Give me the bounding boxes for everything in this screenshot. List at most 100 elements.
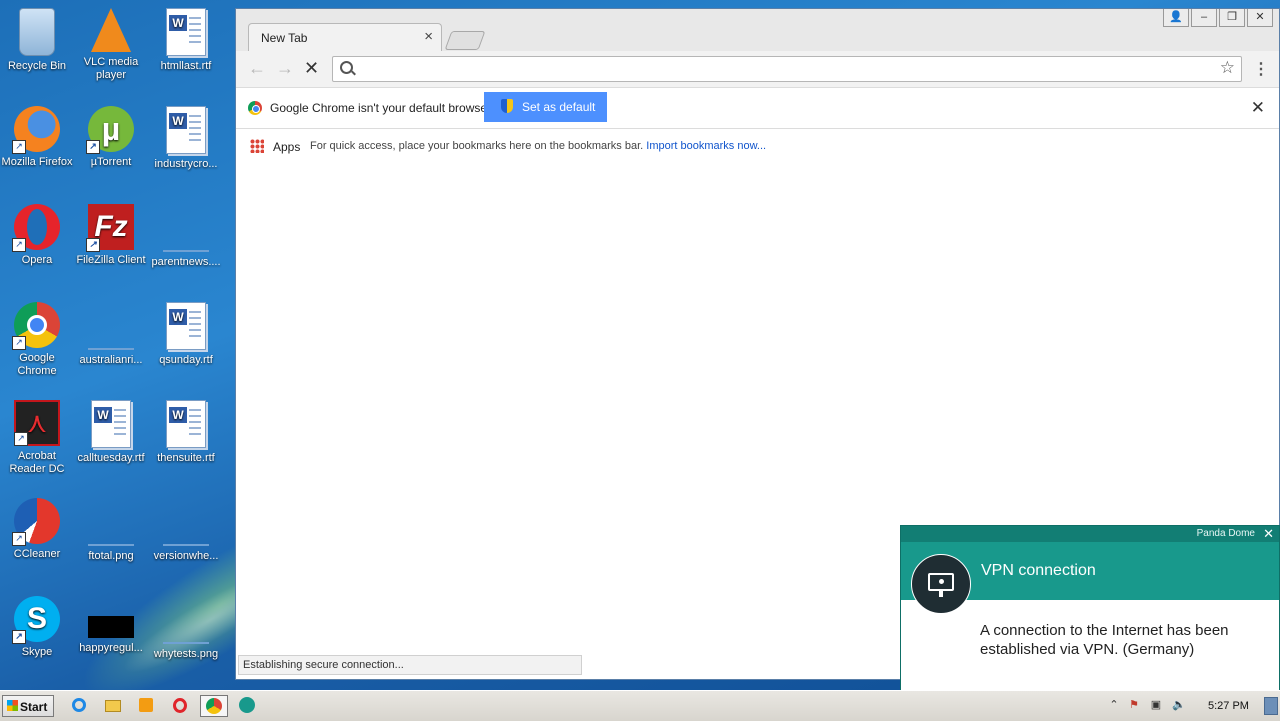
notification-title: VPN connection: [981, 562, 1096, 579]
start-button[interactable]: Start: [2, 695, 54, 717]
desktop-icon-industrycro[interactable]: W industrycro...: [149, 106, 223, 171]
filezilla-icon: Fz ↗: [86, 204, 134, 252]
profile-icon[interactable]: 👤: [1163, 9, 1189, 27]
bookmarks-hint: For quick access, place your bookmarks h…: [310, 140, 767, 152]
chrome-logo-icon: [248, 101, 262, 115]
chrome-menu-icon[interactable]: ⋮: [1253, 59, 1269, 79]
title-bar: New Tab × 👤 – ❐ ✕: [236, 9, 1279, 51]
desktop-icon-versionwhe[interactable]: versionwhe...: [149, 498, 223, 563]
desktop-icon-skype[interactable]: S ↗ Skype: [0, 596, 74, 659]
action-center-flag-icon[interactable]: ⚑: [1128, 699, 1140, 711]
notification-brand: Panda Dome: [1196, 528, 1255, 539]
infobar-message: Google Chrome isn't your default browser…: [270, 101, 494, 115]
desktop-icon-htmllast[interactable]: W htmllast.rtf: [149, 8, 223, 73]
desktop-icon-opera[interactable]: ↗ Opera: [0, 204, 74, 267]
infobar-close-icon[interactable]: ✕: [1251, 98, 1265, 118]
desktop-icon-happyregul[interactable]: happyregul...: [74, 596, 148, 655]
taskbar: Start ⌃ ⚑ ▣ 🔈 5:27 PM: [0, 690, 1280, 721]
restore-button[interactable]: ❐: [1219, 9, 1245, 27]
clock[interactable]: 5:27 PM: [1208, 700, 1249, 712]
utorrent-icon: µ ↗: [86, 106, 134, 154]
desktop-icon-ftotal[interactable]: ftotal.png: [74, 498, 148, 563]
opera-icon: [173, 698, 187, 713]
internet-explorer-icon: [72, 698, 86, 712]
taskbar-internet-explorer[interactable]: [66, 695, 94, 717]
desktop-icon-firefox[interactable]: ↗ Mozilla Firefox: [0, 106, 74, 169]
taskbar-opera[interactable]: [167, 695, 195, 717]
taskbar-media-player[interactable]: [133, 695, 161, 717]
desktop-icon-recycle-bin[interactable]: Recycle Bin: [0, 8, 74, 73]
import-bookmarks-link[interactable]: Import bookmarks now...: [646, 140, 766, 152]
taskbar-chrome[interactable]: [200, 695, 228, 717]
windows-logo-icon: [7, 700, 18, 711]
volume-icon[interactable]: 🔈: [1172, 699, 1186, 711]
taskbar-panda-dome[interactable]: [234, 695, 262, 717]
desktop-icon-acrobat[interactable]: ⋏ ↗ Acrobat Reader DC: [0, 400, 74, 476]
panda-vpn-notification: Panda Dome ✕ VPN connection A connection…: [900, 525, 1280, 691]
desktop-icon-calltuesday[interactable]: W calltuesday.rtf: [74, 400, 148, 465]
taskbar-file-explorer[interactable]: [100, 695, 128, 717]
default-browser-infobar: Google Chrome isn't your default browser…: [236, 88, 1279, 129]
notification-close-icon[interactable]: ✕: [1263, 526, 1274, 542]
new-tab-button[interactable]: [444, 31, 486, 50]
desktop-icon-ccleaner[interactable]: ↗ CCleaner: [0, 498, 74, 561]
desktop-icon-australianri[interactable]: australianri...: [74, 302, 148, 367]
browser-toolbar: ← → ✕ ☆ ⋮: [236, 51, 1279, 88]
image-file-icon: [88, 616, 134, 638]
forward-icon[interactable]: →: [276, 58, 294, 79]
vlc-icon: [91, 8, 131, 52]
panda-dome-icon: [239, 697, 255, 713]
blank-file-icon: [163, 230, 209, 252]
chrome-icon: ↗: [12, 302, 60, 350]
blank-file-icon: [88, 328, 134, 350]
address-input[interactable]: [359, 59, 1213, 81]
desktop-icon-filezilla[interactable]: Fz ↗ FileZilla Client: [74, 204, 148, 267]
opera-icon: ↗: [12, 204, 60, 252]
desktop-icon-thensuite[interactable]: W thensuite.rtf: [149, 400, 223, 465]
chrome-icon: [206, 698, 222, 714]
desktop-icon-chrome[interactable]: ↗ Google Chrome: [0, 302, 74, 378]
ccleaner-icon: ↗: [12, 498, 60, 546]
system-tray: ⌃ ⚑ ▣ 🔈 5:27 PM: [1102, 691, 1280, 721]
bookmarks-bar: Apps For quick access, place your bookma…: [236, 129, 1279, 164]
back-icon[interactable]: ←: [248, 58, 266, 79]
close-window-button[interactable]: ✕: [1247, 9, 1273, 27]
desktop-icon-whytests[interactable]: whytests.png: [149, 596, 223, 661]
desktop-icon-utorrent[interactable]: µ ↗ µTorrent: [74, 106, 148, 169]
word-document-icon: W: [166, 8, 206, 56]
notification-header: Panda Dome ✕: [901, 526, 1279, 542]
vpn-monitor-icon: [911, 554, 971, 614]
firefox-icon: ↗: [12, 106, 60, 154]
acrobat-icon: ⋏ ↗: [14, 400, 60, 446]
media-player-icon: [139, 698, 153, 712]
recycle-bin-icon: [19, 8, 55, 56]
notification-body: A connection to the Internet has been es…: [980, 622, 1229, 658]
apps-grid-icon[interactable]: [250, 139, 264, 153]
bookmark-star-icon[interactable]: ☆: [1220, 58, 1235, 78]
image-file-icon: [88, 524, 134, 546]
tab-new-tab[interactable]: New Tab ×: [248, 23, 442, 51]
word-document-icon: W: [166, 106, 206, 154]
tab-title: New Tab: [261, 31, 308, 45]
status-bubble: Establishing secure connection...: [238, 655, 582, 675]
minimize-button[interactable]: –: [1191, 9, 1217, 27]
uac-shield-icon: [501, 99, 513, 113]
desktop-icon-vlc[interactable]: VLC media player: [74, 8, 148, 82]
apps-link[interactable]: Apps: [273, 140, 300, 154]
blank-file-icon: [163, 524, 209, 546]
omnibox[interactable]: ☆: [332, 56, 1242, 82]
search-icon: [340, 61, 353, 74]
desktop-icon-qsunday[interactable]: W qsunday.rtf: [149, 302, 223, 367]
image-file-icon: [163, 622, 209, 644]
show-hidden-icons-icon[interactable]: ⌃: [1108, 699, 1120, 711]
tab-close-icon[interactable]: ×: [424, 28, 433, 45]
window-controls: 👤 – ❐ ✕: [1161, 9, 1273, 27]
folder-icon: [105, 700, 121, 712]
stop-loading-icon[interactable]: ✕: [304, 58, 319, 79]
word-document-icon: W: [91, 400, 131, 448]
show-desktop-button[interactable]: [1264, 697, 1278, 715]
desktop-icon-parentnews[interactable]: parentnews....: [149, 204, 223, 269]
network-icon[interactable]: ▣: [1150, 699, 1162, 711]
skype-icon: S ↗: [12, 596, 60, 644]
word-document-icon: W: [166, 400, 206, 448]
